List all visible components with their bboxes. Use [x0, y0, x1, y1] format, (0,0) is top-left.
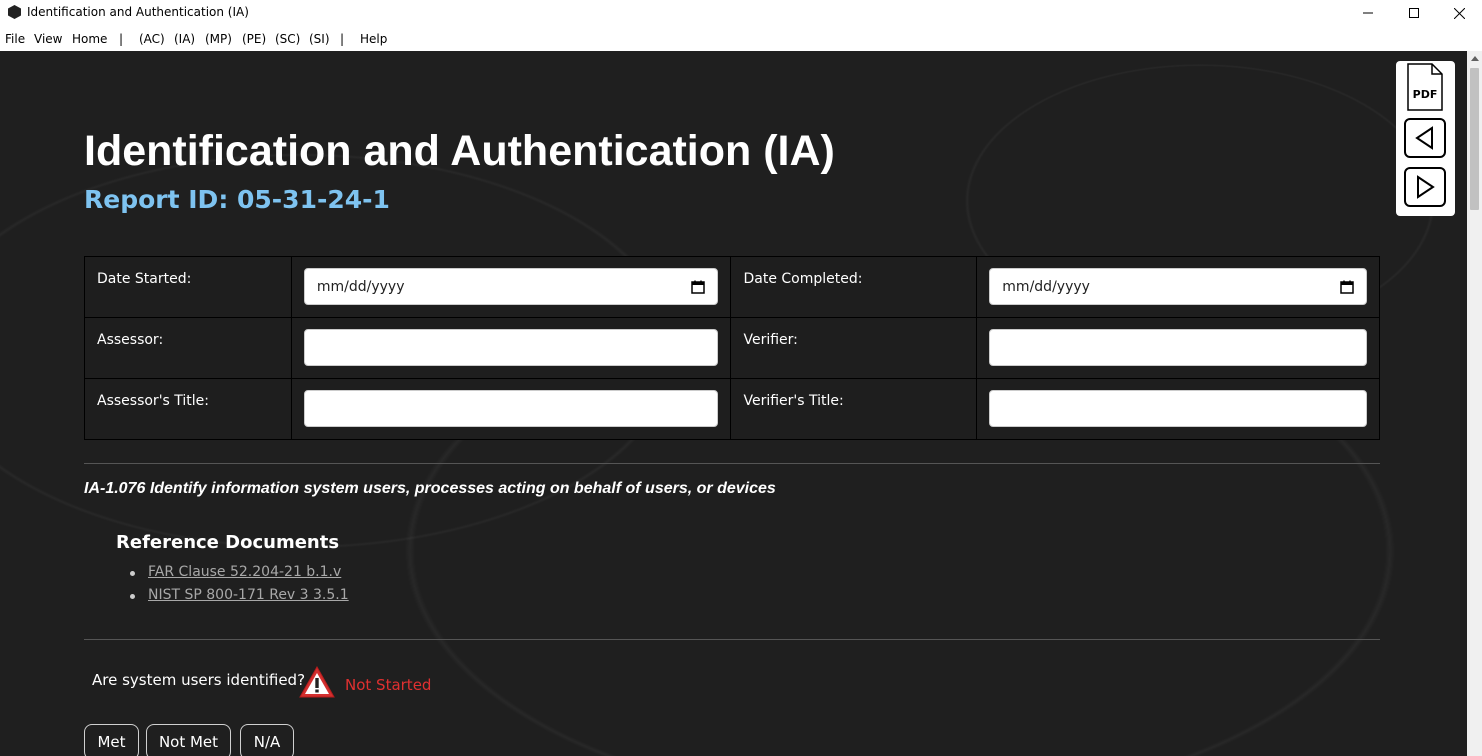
menu-si[interactable]: (SI): [309, 32, 330, 46]
window-title: Identification and Authentication (IA): [27, 5, 249, 19]
control-question: Are system users identified?: [92, 671, 306, 689]
menu-sc[interactable]: (SC): [275, 32, 300, 46]
date-completed-placeholder: mm/dd/yyyy: [1002, 278, 1090, 295]
maximize-icon: [1409, 8, 1419, 18]
verifier-label: Verifier:: [730, 317, 978, 379]
date-completed-input[interactable]: mm/dd/yyyy: [989, 268, 1367, 305]
reference-list: FAR Clause 52.204-21 b.1.v NIST SP 800-1…: [130, 564, 349, 610]
app-icon: [8, 5, 21, 19]
close-icon: [1453, 7, 1465, 19]
menu-ia[interactable]: (IA): [174, 32, 195, 46]
maximize-button[interactable]: [1391, 0, 1437, 26]
calendar-icon[interactable]: [1340, 280, 1354, 294]
report-id: Report ID: 05-31-24-1: [84, 185, 390, 214]
verifier-title-input[interactable]: [989, 390, 1367, 427]
menu-separator: |: [119, 32, 124, 46]
list-item: NIST SP 800-171 Rev 3 3.5.1: [130, 587, 349, 610]
date-started-label: Date Started:: [84, 256, 292, 318]
page-title: Identification and Authentication (IA): [84, 127, 835, 175]
assessor-title-input[interactable]: [303, 390, 719, 427]
divider: [84, 463, 1380, 464]
previous-button[interactable]: [1404, 118, 1446, 158]
menu-file[interactable]: File: [5, 32, 25, 46]
export-pdf-button[interactable]: PDF: [1404, 63, 1446, 111]
close-button[interactable]: [1436, 0, 1482, 26]
pdf-label: PDF: [1413, 88, 1438, 101]
na-button[interactable]: N/A: [240, 724, 294, 756]
reference-documents-heading: Reference Documents: [116, 532, 340, 553]
menu-home[interactable]: Home: [72, 32, 107, 46]
title-bar: Identification and Authentication (IA): [0, 0, 1482, 26]
scroll-up-arrow-icon[interactable]: [1471, 56, 1479, 61]
minimize-icon: [1363, 12, 1373, 14]
verifier-title-label: Verifier's Title:: [730, 378, 978, 440]
warning-icon: [299, 665, 335, 698]
not-met-button[interactable]: Not Met: [146, 724, 231, 756]
menu-mp[interactable]: (MP): [205, 32, 232, 46]
next-button[interactable]: [1404, 167, 1446, 207]
menu-pe[interactable]: (PE): [242, 32, 266, 46]
minimize-button[interactable]: [1345, 0, 1391, 26]
menu-bar: File View Home | (AC) (IA) (MP) (PE) (SC…: [0, 26, 1482, 51]
list-item: FAR Clause 52.204-21 b.1.v: [130, 564, 349, 587]
verifier-input[interactable]: [989, 329, 1367, 366]
scroll-thumb[interactable]: [1470, 68, 1479, 210]
menu-help[interactable]: Help: [360, 32, 387, 46]
reference-link[interactable]: NIST SP 800-171 Rev 3 3.5.1: [148, 587, 349, 603]
assessment-info-table: Date Started: mm/dd/yyyy Date Completed:…: [84, 256, 1380, 440]
calendar-icon[interactable]: [691, 280, 706, 294]
menu-view[interactable]: View: [34, 32, 62, 46]
pdf-icon: PDF: [1407, 63, 1443, 111]
reference-link[interactable]: FAR Clause 52.204-21 b.1.v: [148, 564, 341, 580]
vertical-scrollbar[interactable]: [1467, 51, 1482, 756]
menu-separator: |: [340, 32, 345, 46]
main-content: Identification and Authentication (IA) R…: [0, 51, 1467, 756]
floating-action-panel: PDF: [1396, 61, 1455, 216]
date-started-placeholder: mm/dd/yyyy: [316, 278, 405, 295]
divider: [84, 639, 1380, 640]
date-completed-label: Date Completed:: [730, 256, 978, 318]
menu-ac[interactable]: (AC): [139, 32, 165, 46]
assessor-input[interactable]: [303, 329, 719, 366]
met-button[interactable]: Met: [84, 724, 139, 756]
control-title: IA-1.076 Identify information system use…: [84, 480, 776, 497]
triangle-right-icon: [1404, 167, 1446, 207]
assessor-title-label: Assessor's Title:: [84, 378, 292, 440]
assessor-label: Assessor:: [84, 317, 292, 379]
triangle-left-icon: [1404, 118, 1446, 158]
status-badge: Not Started: [345, 676, 432, 694]
date-started-input[interactable]: mm/dd/yyyy: [303, 268, 719, 305]
